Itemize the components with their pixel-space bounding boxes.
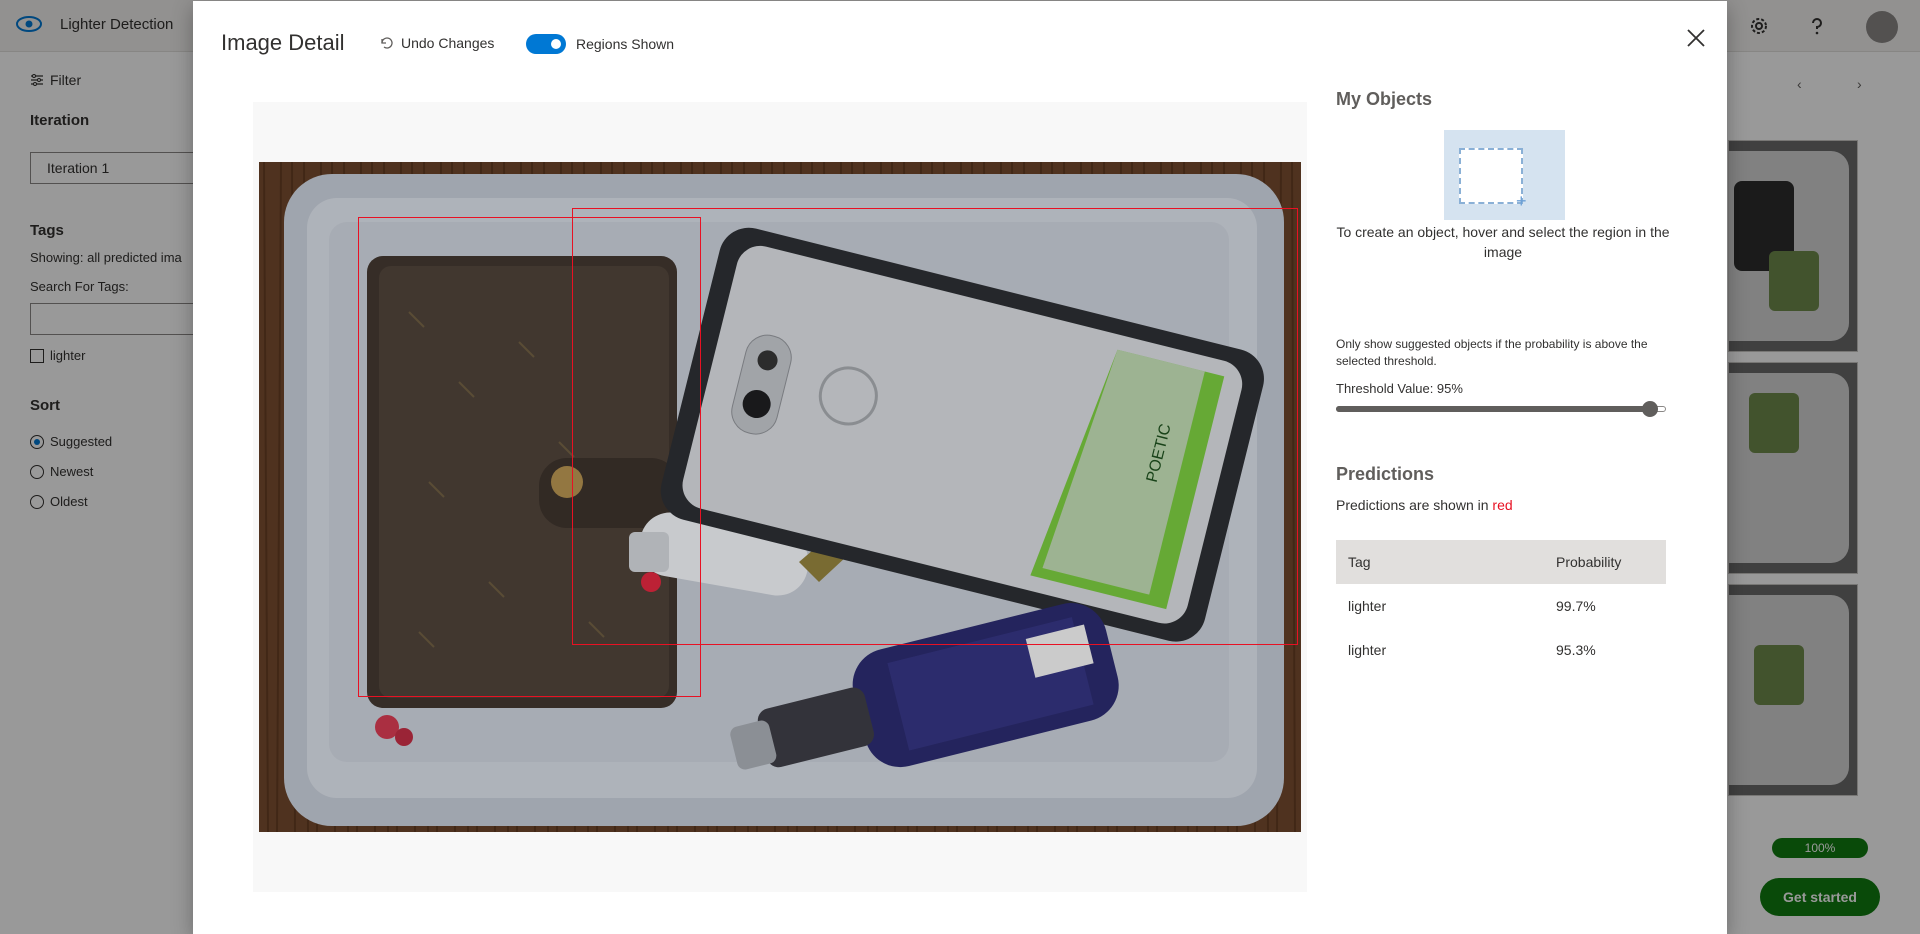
my-objects-heading: My Objects bbox=[1336, 89, 1433, 109]
prediction-probability: 99.7% bbox=[1556, 598, 1596, 614]
column-header-probability[interactable]: Probability bbox=[1556, 540, 1666, 584]
photo-image: POETIC bbox=[259, 162, 1301, 832]
predictions-note-text: Predictions are shown in bbox=[1336, 497, 1493, 513]
regions-label: Regions Shown bbox=[576, 36, 675, 52]
prediction-tag: lighter bbox=[1348, 642, 1387, 658]
slider-handle[interactable] bbox=[1642, 401, 1658, 417]
undo-changes-button[interactable]: Undo Changes bbox=[379, 35, 494, 51]
table-row[interactable]: lighter 99.7% bbox=[1336, 584, 1666, 628]
prediction-tag: lighter bbox=[1348, 598, 1387, 614]
create-object-tile[interactable]: + bbox=[1444, 130, 1565, 220]
threshold-value-label: Threshold Value: 95% bbox=[1336, 381, 1463, 396]
slider-fill bbox=[1336, 406, 1650, 412]
predictions-note-color: red bbox=[1492, 497, 1513, 513]
regions-toggle[interactable] bbox=[526, 34, 566, 54]
close-icon[interactable] bbox=[1685, 27, 1707, 49]
region-placeholder-icon bbox=[1459, 148, 1523, 204]
undo-label: Undo Changes bbox=[401, 35, 495, 51]
prediction-probability: 95.3% bbox=[1556, 642, 1596, 658]
detail-photo[interactable]: POETIC bbox=[259, 162, 1301, 832]
modal-title: Image Detail bbox=[221, 30, 345, 55]
image-canvas[interactable]: POETIC bbox=[253, 102, 1307, 892]
table-row[interactable]: lighter 95.3% bbox=[1336, 628, 1666, 672]
threshold-description: Only show suggested objects if the proba… bbox=[1336, 337, 1648, 368]
column-header-tag[interactable]: Tag bbox=[1336, 540, 1556, 584]
threshold-slider[interactable] bbox=[1336, 401, 1666, 417]
undo-icon bbox=[381, 37, 393, 49]
predictions-note: Predictions are shown in red bbox=[1336, 497, 1513, 513]
create-object-hint: To create an object, hover and select th… bbox=[1336, 224, 1670, 260]
image-detail-modal: Image Detail Undo Changes Regions Shown bbox=[193, 1, 1727, 934]
predictions-heading: Predictions bbox=[1336, 464, 1435, 484]
detail-side-panel: My Objects + To create an object, hover … bbox=[1336, 89, 1676, 658]
table-header-row: Tag Probability bbox=[1336, 540, 1666, 584]
predictions-table: Tag Probability lighter 99.7% lighter 95… bbox=[1336, 540, 1666, 672]
plus-icon: + bbox=[1516, 191, 1527, 211]
